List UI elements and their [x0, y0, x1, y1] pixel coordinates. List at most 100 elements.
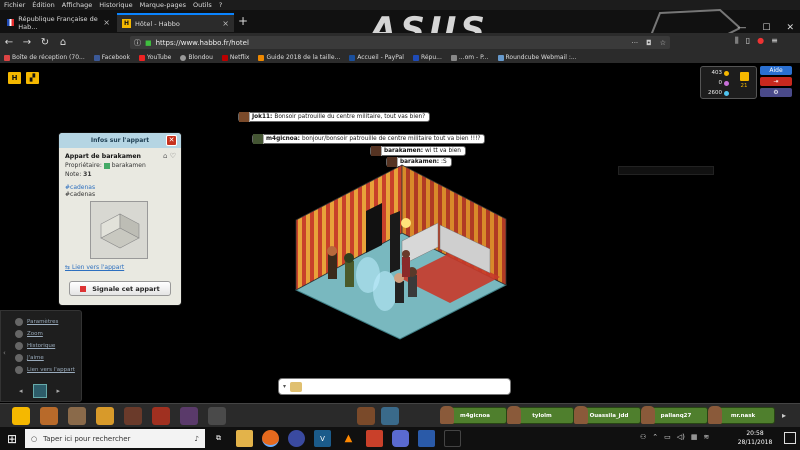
menu-bookmarks[interactable]: Marque-pages — [140, 1, 186, 9]
hc-club-status[interactable]: 21 — [734, 70, 754, 96]
menu-tools[interactable]: Outils — [193, 1, 212, 9]
firefox-icon[interactable] — [262, 430, 279, 447]
back-icon[interactable]: ← — [0, 37, 18, 48]
tab-republique[interactable]: République Française de Hab... × — [2, 13, 115, 32]
menu-room-link[interactable]: Lien vers l'appart — [15, 366, 75, 374]
room-link[interactable]: ⇆ Lien vers l'appart — [65, 264, 124, 271]
sidebar-icon[interactable]: ▯ — [746, 36, 750, 46]
menu-like[interactable]: J'aime — [15, 354, 44, 362]
menu-view[interactable]: Affichage — [62, 1, 93, 9]
forward-icon[interactable]: → — [18, 37, 36, 48]
menu-history-room[interactable]: Historique — [15, 342, 55, 350]
catalog-icon[interactable] — [68, 407, 86, 425]
bookmark-facebook[interactable]: Facebook — [93, 54, 130, 61]
microphone-icon[interactable]: ♪ — [195, 435, 199, 443]
new-tab-button[interactable]: + — [238, 14, 248, 28]
close-panel-button[interactable]: ✕ — [166, 135, 177, 146]
info-icon[interactable]: ⓘ — [134, 38, 141, 48]
menu-file[interactable]: Fichier — [4, 1, 25, 9]
vlc-icon[interactable]: ▲ — [340, 430, 357, 447]
pocket-icon[interactable]: ◘ — [646, 39, 652, 47]
maximize-icon[interactable]: ☐ — [762, 23, 770, 33]
extension-icon[interactable]: ● — [757, 36, 764, 46]
bookmark-guide[interactable]: Guide 2018 de la taille... — [258, 54, 340, 61]
friend-tab[interactable]: pallanq27 — [641, 406, 708, 424]
chat-bubble[interactable]: barakamen: wi tt va bien — [370, 146, 466, 156]
menu-icon[interactable]: ≡ — [771, 36, 778, 46]
minimize-icon[interactable]: — — [737, 23, 746, 33]
bookmark-netflix[interactable]: Netflix — [221, 54, 249, 61]
menu-history[interactable]: Historique — [99, 1, 132, 9]
shield-icon[interactable] — [418, 430, 435, 447]
windows-start-icon[interactable]: ⊞ — [7, 432, 17, 446]
friend-tab[interactable]: Ouassila_jdd — [574, 406, 641, 424]
chevron-up-icon[interactable]: ⌃ — [652, 433, 658, 441]
collapse-icon[interactable]: ‹ — [3, 349, 6, 357]
bookmark-blondou[interactable]: Blondou — [180, 54, 213, 61]
chat-bubble[interactable]: Jok11: Bonsoir patrouille du centre mili… — [238, 112, 431, 122]
shop-icon[interactable] — [96, 407, 114, 425]
report-room-button[interactable]: Signale cet appart — [69, 281, 171, 296]
bookmark-youtube[interactable]: YouTube — [138, 54, 171, 61]
friend-tab[interactable]: mr.nask — [708, 406, 775, 424]
language-icon[interactable]: ▦ — [691, 433, 698, 441]
chat-input[interactable] — [306, 382, 507, 391]
more-icon[interactable]: ··· — [631, 39, 638, 47]
visual-studio-icon[interactable]: V — [314, 430, 331, 447]
game-client-icon[interactable] — [444, 430, 461, 447]
bookmark-republique[interactable]: Répu... — [412, 54, 442, 61]
exit-button[interactable]: ⇥ — [760, 77, 792, 86]
owner-name[interactable]: barakamen — [112, 162, 146, 169]
avatar-menu-icon[interactable] — [152, 407, 170, 425]
room-navigator-button[interactable]: ▞ — [25, 71, 40, 85]
isometric-room[interactable] — [290, 163, 520, 343]
library-icon[interactable]: ⫼ — [735, 36, 739, 46]
inventory-icon[interactable] — [124, 407, 142, 425]
friend-tab[interactable]: tylolm — [507, 406, 574, 424]
url-bar[interactable]: ⓘ ■ https://www.habbo.fr/hotel ··· ◘ ☆ — [130, 36, 670, 49]
settings-button[interactable]: ⚙ — [760, 88, 792, 97]
url-text[interactable]: https://www.habbo.fr/hotel — [156, 39, 249, 47]
arrow-right-icon[interactable]: ▸ — [57, 387, 61, 395]
friends-arrow-icon[interactable]: ▸ — [782, 411, 786, 420]
close-icon[interactable]: × — [103, 18, 110, 27]
room-info-header[interactable]: Infos sur l'appart ✕ — [59, 133, 181, 148]
menu-zoom[interactable]: Zoom — [15, 330, 43, 338]
habbo-game-area[interactable]: H ▞ 403 0 2600 21 Aide ⇥ ⚙ Infos sur l'a… — [0, 63, 800, 403]
people-icon[interactable]: ⚇ — [640, 433, 646, 441]
menu-help[interactable]: ? — [219, 1, 222, 9]
arrow-left-icon[interactable]: ◂ — [19, 387, 23, 395]
chat-style-dropdown-icon[interactable]: ▾ — [283, 383, 286, 390]
tab-habbo[interactable]: H Hôtel - Habbo × — [117, 13, 234, 32]
help-button[interactable]: Aide — [760, 66, 792, 75]
close-window-icon[interactable]: ✕ — [786, 23, 794, 33]
bookmark-inbox[interactable]: Boîte de réception (70... — [4, 54, 85, 61]
discord-icon[interactable] — [392, 430, 409, 447]
friends-list-icon[interactable] — [357, 407, 375, 425]
room-tag-link[interactable]: #cadenas — [65, 184, 177, 191]
bookmark-other[interactable]: ...om - P... — [450, 54, 489, 61]
app-icon[interactable] — [288, 430, 305, 447]
chat-input-bar[interactable]: ▾ — [278, 378, 511, 395]
winrar-icon[interactable] — [366, 430, 383, 447]
messenger-icon[interactable] — [180, 407, 198, 425]
habbo-home-button[interactable]: H — [7, 71, 22, 85]
chat-bubble[interactable]: m4gicnoa: bonjour/bonsoir patrouille de … — [252, 134, 486, 144]
taskbar-search[interactable]: ○ Taper ici pour rechercher ♪ — [25, 429, 205, 448]
search-friends-icon[interactable] — [381, 407, 399, 425]
menu-settings[interactable]: Paramètres — [15, 318, 58, 326]
task-view-icon[interactable]: ⧉ — [210, 430, 227, 447]
network-icon[interactable]: ▭ — [664, 433, 671, 441]
chat-style-icon[interactable] — [290, 381, 303, 392]
reload-icon[interactable]: ↻ — [36, 37, 54, 48]
taskbar-clock[interactable]: 20:58 28/11/2018 — [735, 429, 775, 447]
wifi-icon[interactable]: ≋ — [704, 433, 710, 441]
room-preview-icon[interactable] — [32, 384, 47, 398]
volume-icon[interactable]: ◁) — [677, 433, 685, 441]
rooms-icon[interactable] — [40, 407, 58, 425]
close-icon[interactable]: × — [222, 19, 229, 28]
bookmark-star-icon[interactable]: ☆ — [660, 39, 666, 47]
notifications-icon[interactable] — [784, 432, 796, 444]
friend-tab[interactable]: m4gicnoa — [440, 406, 507, 424]
home-icon[interactable]: ⌂ — [54, 37, 72, 48]
